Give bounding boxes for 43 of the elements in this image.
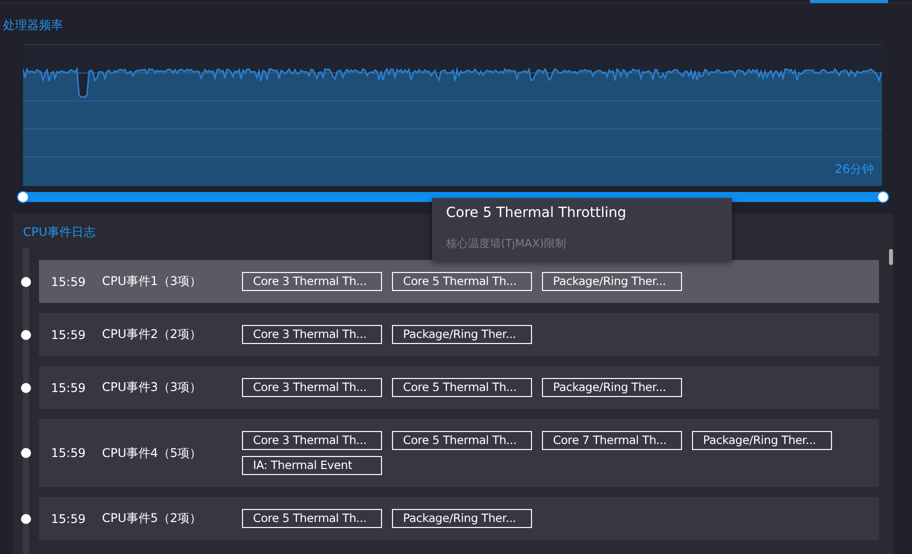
event-time: 15:59 <box>51 274 87 288</box>
event-tag[interactable]: Package/Ring Ther... <box>542 378 682 397</box>
event-tag[interactable]: Core 3 Thermal Th... <box>242 272 382 291</box>
timeline-dot <box>21 276 31 286</box>
event-time: 15:59 <box>51 446 87 460</box>
event-time: 15:59 <box>51 328 87 342</box>
event-tag[interactable]: Core 5 Thermal Th... <box>242 509 382 528</box>
timeline-dot <box>21 514 31 524</box>
event-name: CPU事件4（5项） <box>102 444 203 462</box>
tooltip-title: Core 5 Thermal Throttling <box>446 204 628 222</box>
event-row[interactable]: 15:59 CPU事件1（3项） Core 3 Thermal Th... Core 5 Thermal Th... Package/Ring Ther... <box>39 260 879 303</box>
event-tag[interactable]: Core 5 Thermal Th... <box>392 272 532 291</box>
timeline-dot <box>21 382 31 392</box>
event-time: 15:59 <box>51 380 87 394</box>
event-name: CPU事件5（2项） <box>102 510 203 527</box>
event-tag[interactable]: IA: Thermal Event <box>242 456 382 475</box>
scrollbar-thumb[interactable] <box>889 249 893 265</box>
event-name: CPU事件1（3项） <box>102 273 203 290</box>
event-row[interactable]: 15:59 CPU事件2（2项） Core 3 Thermal Th... Package/Ring Ther... <box>39 313 879 356</box>
event-tag[interactable]: Package/Ring Ther... <box>392 509 532 528</box>
event-tag[interactable]: Core 3 Thermal Th... <box>242 378 382 397</box>
slider-handle[interactable] <box>17 191 29 203</box>
event-name: CPU事件3（3项） <box>102 379 203 396</box>
event-row[interactable]: 15:59 CPU事件5（2项） Core 5 Thermal Th... Package/Ring Ther... <box>39 497 879 540</box>
event-time: 15:59 <box>51 512 87 526</box>
event-tag[interactable]: Core 3 Thermal Th... <box>242 431 382 450</box>
timeline-dot <box>21 330 31 340</box>
event-tag[interactable]: Core 5 Thermal Th... <box>392 378 532 397</box>
event-tag[interactable]: Package/Ring Ther... <box>692 431 832 450</box>
timeline-dot <box>21 448 31 458</box>
section-title: 处理器频率 <box>3 18 64 32</box>
event-row[interactable]: 15:59 CPU事件3（3项） Core 3 Thermal Th... Core 5 Thermal Th... Package/Ring Ther... <box>39 366 879 409</box>
event-tag[interactable]: Package/Ring Ther... <box>392 325 532 344</box>
event-tag[interactable]: Core 5 Thermal Th... <box>392 431 532 450</box>
event-name: CPU事件2（2项） <box>102 326 203 343</box>
time-label: 26分钟 <box>834 161 874 178</box>
event-tag[interactable]: Package/Ring Ther... <box>542 272 682 291</box>
slider-handle[interactable] <box>877 191 889 203</box>
tooltip-description: 核心温度墙(TjMAX)限制 <box>446 236 567 251</box>
event-tag[interactable]: Core 3 Thermal Th... <box>242 325 382 344</box>
event-tag[interactable]: Core 7 Thermal Th... <box>542 431 682 450</box>
section-title: CPU事件日志 <box>23 225 96 239</box>
event-row[interactable]: 15:59 CPU事件4（5项） Core 3 Thermal Th... Core 5 Thermal Th... Core 7 Thermal Th... Package/Ring Ther... IA: Thermal Event <box>39 419 879 487</box>
